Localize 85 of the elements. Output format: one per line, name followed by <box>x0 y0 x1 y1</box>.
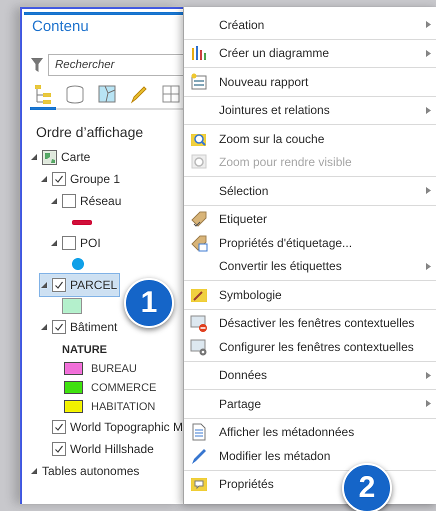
legend-label: COMMERCE <box>91 382 156 394</box>
pencil-icon <box>129 84 149 104</box>
document-icon <box>190 423 208 442</box>
zoom-scale-icon <box>190 153 208 172</box>
layer-name[interactable]: POI <box>80 236 101 250</box>
checkbox[interactable] <box>52 172 66 186</box>
tab[interactable] <box>30 82 56 110</box>
expanded-icon[interactable] <box>40 175 48 183</box>
checkbox[interactable] <box>52 442 66 456</box>
layer-name[interactable]: Tables autonomes <box>42 464 140 478</box>
checkbox[interactable] <box>62 236 76 250</box>
menu-item[interactable]: Désactiver les fenêtres contextuelles <box>184 312 420 335</box>
expanded-icon[interactable] <box>30 467 38 475</box>
tree-row[interactable]: Bâtiment <box>40 316 120 338</box>
menu-item[interactable]: Sélection <box>184 179 436 202</box>
submenu-arrow-icon <box>426 372 431 379</box>
layer-tree-icon <box>33 84 53 104</box>
submenu-arrow-icon <box>426 106 431 114</box>
layer-name[interactable]: World Topographic M <box>70 420 183 434</box>
menu-item[interactable]: Propriétés <box>184 472 280 496</box>
menu-item[interactable]: Etiqueter <box>184 208 274 231</box>
tree-row[interactable]: PARCEL <box>40 274 120 296</box>
grid-icon <box>161 84 181 104</box>
checkmark-icon <box>54 280 64 290</box>
submenu-arrow-icon <box>426 50 431 57</box>
search-field[interactable]: Rechercher <box>48 54 183 76</box>
database-icon <box>65 84 85 104</box>
tree-row[interactable]: Réseau <box>50 190 124 212</box>
map-icon <box>42 150 57 164</box>
expanded-icon[interactable] <box>50 197 58 205</box>
label-tag-icon <box>190 210 208 228</box>
legend-label: BUREAU <box>91 362 137 374</box>
expanded-icon[interactable] <box>40 323 48 331</box>
menu-item[interactable]: Nouveau rapport <box>184 70 314 94</box>
menu-item[interactable]: Jointures et relations <box>184 98 436 122</box>
checkbox[interactable] <box>52 320 66 334</box>
submenu-arrow-icon <box>426 400 431 408</box>
menu-item[interactable]: Partage <box>184 392 436 416</box>
menu-item[interactable]: Afficher les métadonnées <box>184 420 360 444</box>
bar-chart-icon <box>190 44 208 62</box>
expanded-icon[interactable] <box>30 153 38 161</box>
layer-name[interactable]: Carte <box>61 150 90 164</box>
menu-item[interactable]: Configurer les fenêtres contextuelles <box>184 335 420 358</box>
menu-item[interactable]: Créer un diagramme <box>184 42 436 65</box>
submenu-arrow-icon <box>426 21 431 28</box>
checkbox[interactable] <box>52 420 66 434</box>
checkmark-icon <box>54 174 64 184</box>
menu-item[interactable]: Modifier les métadon <box>184 444 336 468</box>
pencil-icon <box>190 446 208 465</box>
label-properties-icon <box>190 234 208 252</box>
tree-row[interactable]: Groupe 1 <box>40 168 122 190</box>
filter-icon[interactable] <box>30 57 44 73</box>
checkbox[interactable] <box>52 278 66 292</box>
layer-name[interactable]: World Hillshade <box>70 442 154 456</box>
tree-row[interactable]: World Topographic M <box>40 416 183 438</box>
popup-disable-icon <box>190 314 208 332</box>
properties-icon <box>190 475 208 494</box>
submenu-arrow-icon <box>426 262 431 270</box>
expanded-icon[interactable] <box>40 281 48 289</box>
menu-item[interactable]: Propriétés d'étiquetage... <box>184 231 358 254</box>
menu-item[interactable]: Convertir les étiquettes <box>184 254 436 278</box>
layer-name[interactable]: Réseau <box>80 194 122 208</box>
menu-item[interactable]: Symbologie <box>184 283 288 306</box>
layer-name[interactable]: Bâtiment <box>70 320 118 334</box>
expanded-icon[interactable] <box>50 239 58 247</box>
section-heading: Ordre d’affichage <box>36 124 144 140</box>
layer-name[interactable]: Groupe 1 <box>70 172 120 186</box>
menu-item[interactable]: Zoom sur la couche <box>184 127 330 150</box>
menu-item[interactable]: Données <box>184 364 436 387</box>
checkmark-icon <box>54 322 64 332</box>
checkmark-icon <box>54 422 64 432</box>
popup-gear-icon <box>190 338 208 356</box>
tree-row[interactable]: Tables autonomes <box>30 460 142 482</box>
layer-name[interactable]: PARCEL <box>70 278 118 292</box>
tree-row[interactable]: POI <box>50 232 103 254</box>
checkmark-icon <box>54 444 64 454</box>
report-icon <box>190 72 208 91</box>
legend-heading: NATURE <box>61 343 108 358</box>
map-icon <box>97 84 117 104</box>
submenu-arrow-icon <box>426 187 431 194</box>
checkbox[interactable] <box>62 194 76 208</box>
tree-row[interactable]: Carte <box>30 146 92 168</box>
legend-label: HABITATION <box>91 400 156 412</box>
menu-item[interactable]: Création <box>184 13 436 36</box>
tree-row[interactable]: World Hillshade <box>40 438 156 460</box>
